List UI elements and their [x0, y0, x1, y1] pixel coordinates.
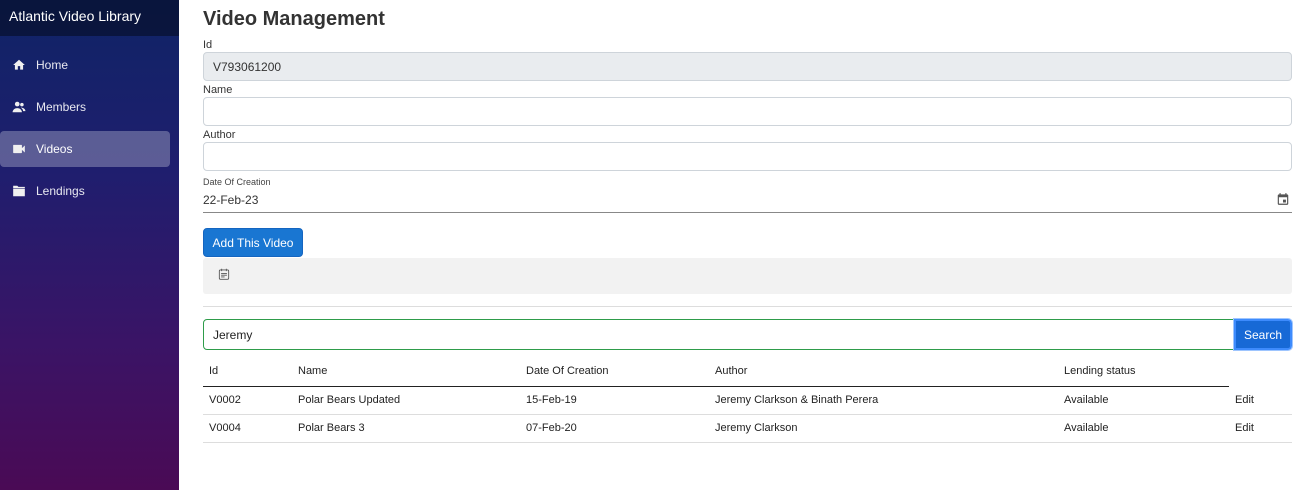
videos-table: Id Name Date Of Creation Author Lending … [203, 357, 1292, 443]
main-content: Video Management Id V793061200 Name Auth… [203, 0, 1293, 443]
search-input[interactable]: Jeremy [203, 319, 1234, 350]
members-icon [12, 100, 26, 114]
cell-name: Polar Bears Updated [292, 386, 520, 415]
sidebar-item-label: Lendings [36, 184, 85, 198]
cell-date: 07-Feb-20 [520, 414, 709, 443]
date-label: Date Of Creation [203, 177, 271, 187]
table-row: V0004 Polar Bears 3 07-Feb-20 Jeremy Cla… [203, 414, 1292, 443]
date-value: 22-Feb-23 [203, 193, 259, 207]
sidebar-item-videos[interactable]: Videos [0, 131, 170, 167]
header-name: Name [292, 357, 520, 387]
table-row: V0002 Polar Bears Updated 15-Feb-19 Jere… [203, 386, 1292, 415]
header-status: Lending status [1058, 357, 1229, 387]
id-label: Id [203, 39, 213, 51]
cell-name: Polar Bears 3 [292, 414, 520, 443]
cell-author: Jeremy Clarkson [709, 414, 1058, 443]
cell-date: 15-Feb-19 [520, 386, 709, 415]
add-video-button[interactable]: Add This Video [203, 228, 303, 257]
sidebar-item-label: Members [36, 100, 87, 114]
folder-icon [12, 184, 26, 198]
video-camera-icon [12, 142, 26, 156]
search-bar: Jeremy Search [203, 318, 1293, 351]
calendar-icon[interactable] [1276, 192, 1290, 209]
sidebar-item-label: Videos [36, 142, 73, 156]
cell-id: V0002 [203, 386, 292, 415]
edit-link[interactable]: Edit [1235, 422, 1254, 434]
sidebar: Atlantic Video Library Home Members Vide… [0, 0, 179, 490]
edit-link[interactable]: Edit [1235, 394, 1254, 406]
header-actions [1229, 357, 1292, 386]
header-date: Date Of Creation [520, 357, 709, 387]
cell-id: V0004 [203, 414, 292, 443]
sidebar-item-label: Home [36, 58, 69, 72]
calendar-list-icon[interactable] [217, 267, 231, 286]
home-icon [12, 58, 26, 72]
header-id: Id [203, 357, 292, 387]
calendar-panel [203, 258, 1292, 294]
cell-status: Available [1058, 414, 1229, 443]
name-label: Name [203, 84, 233, 96]
date-field[interactable]: 22-Feb-23 [203, 188, 1292, 213]
sidebar-item-home[interactable]: Home [0, 47, 170, 83]
sidebar-item-members[interactable]: Members [0, 89, 170, 125]
cell-status: Available [1058, 386, 1229, 415]
sidebar-nav: Home Members Videos Lendings [0, 47, 179, 209]
cell-author: Jeremy Clarkson & Binath Perera [709, 386, 1058, 415]
sidebar-item-lendings[interactable]: Lendings [0, 173, 170, 209]
name-field[interactable] [203, 97, 1292, 126]
author-label: Author [203, 129, 236, 141]
page-title: Video Management [203, 8, 385, 30]
search-button[interactable]: Search [1233, 318, 1293, 351]
id-field: V793061200 [203, 52, 1292, 81]
brand-title: Atlantic Video Library [0, 0, 179, 36]
author-field[interactable] [203, 142, 1292, 171]
divider [203, 306, 1292, 307]
table-header-row: Id Name Date Of Creation Author Lending … [203, 357, 1292, 387]
header-author: Author [709, 357, 1058, 387]
